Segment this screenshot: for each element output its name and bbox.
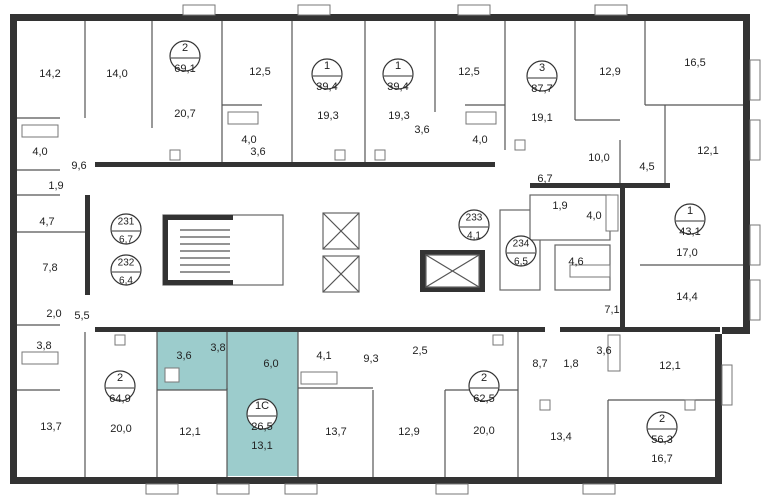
elevator-1 — [322, 212, 360, 250]
room-area: 1,8 — [563, 358, 578, 370]
apartment-total: 64,9 — [109, 393, 130, 405]
apartment-rooms: 1С — [255, 400, 269, 412]
room-area: 16,7 — [651, 453, 672, 465]
apartment-label[interactable]: 2 64,9 — [104, 370, 136, 405]
room-area: 17,0 — [676, 247, 697, 259]
room-area: 19,1 — [531, 112, 552, 124]
room-area: 13,7 — [40, 421, 61, 433]
room-area: 9,3 — [363, 353, 378, 365]
room-area: 3,6 — [596, 345, 611, 357]
top-partitions — [17, 21, 743, 233]
room-area: 13,7 — [325, 426, 346, 438]
room-area: 4,1 — [316, 350, 331, 362]
room-area: 5,5 — [74, 310, 89, 322]
room-area: 12,1 — [697, 145, 718, 157]
room-area: 19,3 — [388, 110, 409, 122]
apartment-rooms: 1 — [324, 60, 330, 72]
apartment-rooms: 2 — [117, 372, 123, 384]
apartment-total: 26,5 — [251, 421, 272, 433]
elevator-3 — [420, 250, 485, 292]
apartment-rooms: 1 — [687, 205, 693, 217]
room-area: 2,0 — [46, 308, 61, 320]
apartment-rooms: 1 — [395, 60, 401, 72]
storage-number: 232 — [118, 258, 135, 269]
room-area: 14,4 — [676, 291, 697, 303]
room-area: 16,5 — [684, 57, 705, 69]
storage-area: 4,1 — [467, 231, 481, 242]
room-area: 4,7 — [39, 216, 54, 228]
storage-label[interactable]: 233 4,1 — [458, 209, 490, 242]
apartment-total: 39,4 — [316, 81, 337, 93]
room-area: 4,6 — [568, 256, 583, 268]
apartment-label[interactable]: 1 43,1 — [674, 203, 706, 238]
storage-number: 234 — [513, 239, 530, 250]
room-area: 4,0 — [241, 134, 256, 146]
room-area: 12,1 — [659, 360, 680, 372]
apartment-label-1c[interactable]: 1С 26,5 — [246, 398, 278, 433]
room-area: 1,9 — [552, 200, 567, 212]
apartment-label[interactable]: 1 39,4 — [382, 58, 414, 93]
apartment-label[interactable]: 1 39,4 — [311, 58, 343, 93]
room-area: 3,8 — [36, 340, 51, 352]
apartment-rooms: 2 — [659, 413, 665, 425]
core — [162, 194, 611, 293]
room-area: 7,8 — [42, 262, 57, 274]
room-area: 12,5 — [249, 66, 270, 78]
apartment-total: 87,7 — [531, 83, 552, 95]
room-area: 20,0 — [110, 423, 131, 435]
storage-number: 231 — [118, 217, 135, 228]
room-area: 10,0 — [588, 152, 609, 164]
storage-area: 6,4 — [119, 276, 133, 287]
room-area: 19,3 — [317, 110, 338, 122]
apartment-total: 43,1 — [679, 226, 700, 238]
apartment-total: 39,4 — [387, 81, 408, 93]
apartment-rooms: 2 — [182, 42, 188, 54]
room-area: 3,6 — [414, 124, 429, 136]
room-area: 3,6 — [250, 146, 265, 158]
room-area: 6,7 — [537, 173, 552, 185]
room-area: 13,4 — [550, 431, 571, 443]
storage-label[interactable]: 231 6,7 — [110, 213, 142, 246]
room-area: 14,2 — [39, 68, 60, 80]
apartment-rooms: 3 — [539, 62, 545, 74]
storage-area: 6,5 — [514, 257, 528, 268]
apartment-label[interactable]: 2 69,1 — [169, 40, 201, 75]
elevator-2 — [322, 255, 360, 293]
apartment-total: 62,5 — [473, 393, 494, 405]
room-area: 3,6 — [176, 350, 191, 362]
room-area: 20,0 — [473, 425, 494, 437]
apartment-total: 56,3 — [651, 434, 672, 446]
apartment-label[interactable]: 2 62,5 — [468, 370, 500, 405]
room-area: 1,9 — [48, 180, 63, 192]
room-area: 12,1 — [179, 426, 200, 438]
room-area: 12,9 — [398, 426, 419, 438]
room-area: 4,5 — [639, 161, 654, 173]
exterior-walls — [10, 14, 750, 484]
room-area: 4,0 — [472, 134, 487, 146]
room-area: 9,6 — [71, 160, 86, 172]
storage-label[interactable]: 232 6,4 — [110, 254, 142, 287]
storage-number: 233 — [466, 213, 483, 224]
bottom-partitions — [17, 264, 743, 477]
room-area: 3,8 — [210, 342, 225, 354]
room-area: 13,1 — [251, 440, 272, 452]
apartment-label[interactable]: 2 56,3 — [646, 411, 678, 446]
room-area: 14,0 — [106, 68, 127, 80]
room-area: 12,5 — [458, 66, 479, 78]
apartment-total: 69,1 — [174, 63, 195, 75]
room-area: 4,0 — [586, 210, 601, 222]
room-area: 2,5 — [412, 345, 427, 357]
room-area: 12,9 — [599, 66, 620, 78]
room-area: 7,1 — [604, 304, 619, 316]
room-area: 4,0 — [32, 146, 47, 158]
storage-area: 6,7 — [119, 235, 133, 246]
floor-plan: 2 69,1 1 39,4 1 39,4 3 87,7 231 6,7 232 … — [10, 4, 761, 495]
room-area: 20,7 — [174, 108, 195, 120]
room-area: 8,7 — [532, 358, 547, 370]
apartment-label[interactable]: 3 87,7 — [526, 60, 558, 95]
apartment-rooms: 2 — [481, 372, 487, 384]
room-area: 6,0 — [263, 358, 278, 370]
